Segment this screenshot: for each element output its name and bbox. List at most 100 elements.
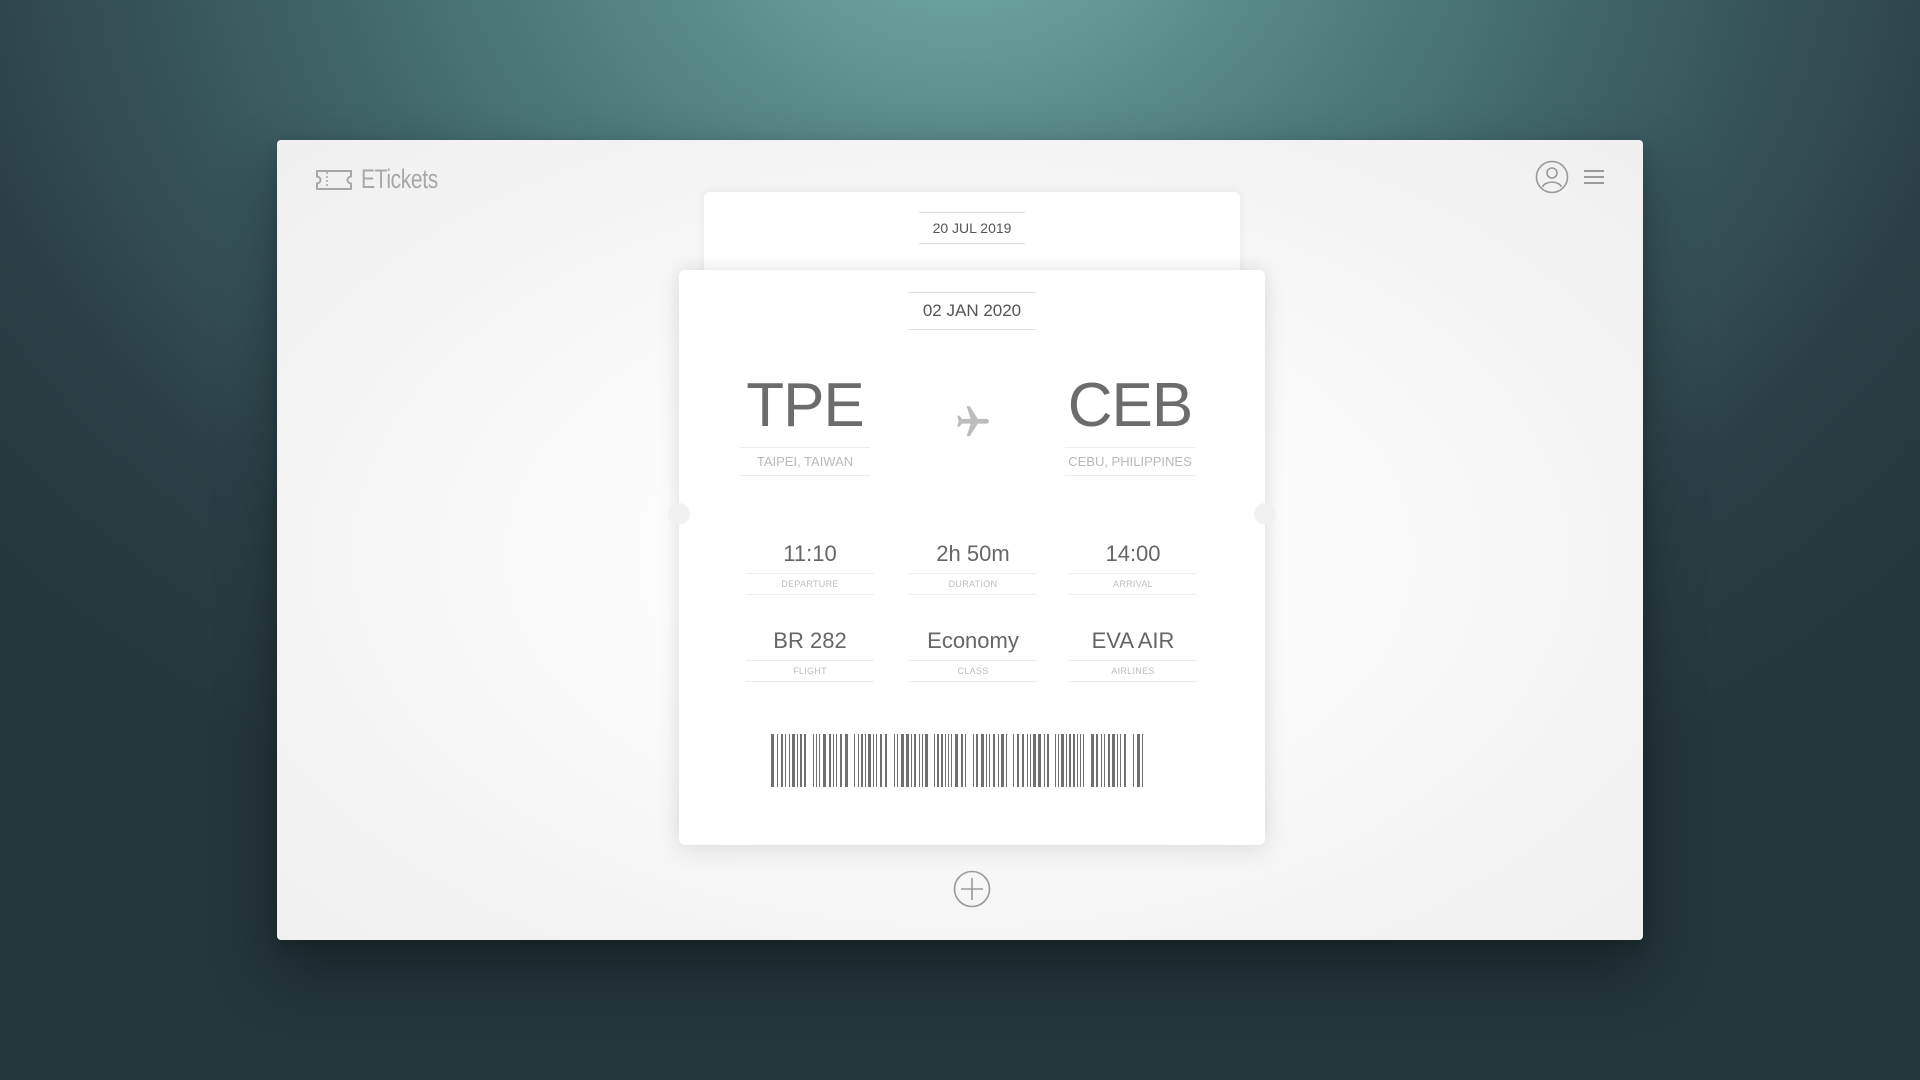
departure-label: DEPARTURE xyxy=(746,573,874,596)
barcode-bar xyxy=(777,734,778,787)
barcode-bar xyxy=(854,734,855,787)
barcode-bar xyxy=(823,734,826,787)
barcode-bar xyxy=(1066,734,1067,787)
barcode-bar xyxy=(919,734,920,787)
barcode-bar xyxy=(1137,734,1140,787)
barcode-bar xyxy=(792,734,795,787)
barcode-bar xyxy=(961,734,963,787)
destination-city: CEBU, PHILIPPINES xyxy=(1065,447,1195,476)
barcode-bar xyxy=(1047,734,1049,787)
barcode-bar xyxy=(948,734,949,787)
barcode-bar xyxy=(1061,734,1064,787)
barcode-bar xyxy=(1001,734,1004,787)
barcode-bar xyxy=(789,734,790,787)
flight-value: BR 282 xyxy=(773,628,847,653)
barcode-bar xyxy=(1120,734,1121,787)
barcode-bar xyxy=(989,734,990,787)
hamburger-menu-icon[interactable] xyxy=(1583,168,1605,186)
barcode-bar xyxy=(1080,734,1081,787)
barcode-bar xyxy=(1030,734,1031,787)
previous-ticket-date: 20 JUL 2019 xyxy=(919,212,1025,244)
barcode-bar xyxy=(833,734,834,787)
barcode-bar xyxy=(1091,734,1094,787)
barcode-bar xyxy=(880,734,882,787)
barcode-bar xyxy=(1101,734,1102,787)
flight-number: BR 282 FLIGHT xyxy=(746,628,874,683)
barcode-bar xyxy=(976,734,978,787)
barcode-bar xyxy=(816,734,817,787)
duration-label: DURATION xyxy=(909,573,1037,596)
barcode-bar xyxy=(1117,734,1118,787)
departure-value: 11:10 xyxy=(783,541,837,566)
barcode-bar xyxy=(934,734,935,787)
app-window: ETickets 20 JUL 2019 02 JAN 2020 TPE TAI… xyxy=(277,140,1643,940)
barcode-bar xyxy=(1073,734,1075,787)
ticket-notch-left xyxy=(668,503,690,525)
barcode-bar xyxy=(993,734,995,787)
barcode-bar xyxy=(911,734,912,787)
airline: EVA AIR AIRLINES xyxy=(1069,628,1197,683)
origin-city: TAIPEI, TAIWAN xyxy=(740,447,870,476)
header-actions xyxy=(1535,160,1605,194)
ticket-notch-right xyxy=(1254,503,1276,525)
user-circle-icon[interactable] xyxy=(1535,160,1569,194)
travel-class: Economy CLASS xyxy=(909,628,1037,683)
plus-circle-icon[interactable] xyxy=(953,870,991,908)
barcode-bar xyxy=(868,734,871,787)
app-name: ETickets xyxy=(361,164,438,194)
flight-label: FLIGHT xyxy=(746,660,874,683)
departure-time: 11:10 DEPARTURE xyxy=(746,541,874,596)
barcode-bar xyxy=(840,734,842,787)
barcode-bar xyxy=(897,734,898,787)
barcode-bar xyxy=(951,734,952,787)
barcode-bar xyxy=(876,734,877,787)
barcode-bar xyxy=(865,734,866,787)
barcode-bar xyxy=(813,734,814,787)
arrival-time: 14:00 ARRIVAL xyxy=(1069,541,1197,596)
barcode-bar xyxy=(937,734,939,787)
barcode-bar xyxy=(819,734,820,787)
barcode-bar xyxy=(771,734,774,787)
origin-airport: TPE TAIPEI, TAIWAN xyxy=(740,375,870,476)
ticket-icon xyxy=(316,169,352,190)
barcode xyxy=(771,734,1143,787)
app-brand[interactable]: ETickets xyxy=(315,164,460,195)
barcode-bar xyxy=(914,734,916,787)
airline-label: AIRLINES xyxy=(1069,660,1197,683)
barcode-bar xyxy=(1058,734,1059,787)
barcode-bar xyxy=(986,734,987,787)
barcode-bar xyxy=(1069,734,1071,787)
barcode-bar xyxy=(800,734,802,787)
barcode-bar xyxy=(965,734,966,787)
class-value: Economy xyxy=(927,628,1019,653)
barcode-bar xyxy=(1038,734,1041,787)
barcode-bar xyxy=(941,734,943,787)
barcode-bar xyxy=(925,734,928,787)
barcode-bar xyxy=(797,734,798,787)
barcode-bar xyxy=(1044,734,1045,787)
barcode-bar xyxy=(973,734,974,787)
ticket-date: 02 JAN 2020 xyxy=(908,292,1036,330)
barcode-bar xyxy=(781,734,783,787)
previous-ticket-card[interactable]: 20 JUL 2019 xyxy=(704,192,1240,282)
barcode-bar xyxy=(1006,734,1007,787)
barcode-bar xyxy=(894,734,895,787)
barcode-bar xyxy=(1124,734,1126,787)
barcode-bar xyxy=(1096,734,1098,787)
barcode-bar xyxy=(885,734,887,787)
barcode-bar xyxy=(1017,734,1019,787)
barcode-bar xyxy=(836,734,837,787)
barcode-bar xyxy=(922,734,923,787)
arrival-label: ARRIVAL xyxy=(1069,573,1197,596)
flight-duration: 2h 50m DURATION xyxy=(909,541,1037,596)
barcode-bar xyxy=(829,734,831,787)
duration-value: 2h 50m xyxy=(936,541,1010,566)
barcode-bar xyxy=(1055,734,1056,787)
destination-code: CEB xyxy=(1067,371,1193,440)
barcode-bar xyxy=(804,734,806,787)
barcode-bar xyxy=(955,734,958,787)
barcode-bar xyxy=(1142,734,1143,787)
barcode-bar xyxy=(1027,734,1028,787)
barcode-bar xyxy=(945,734,946,787)
ticket-card[interactable]: 02 JAN 2020 TPE TAIPEI, TAIWAN CEB CEBU,… xyxy=(668,270,1276,845)
